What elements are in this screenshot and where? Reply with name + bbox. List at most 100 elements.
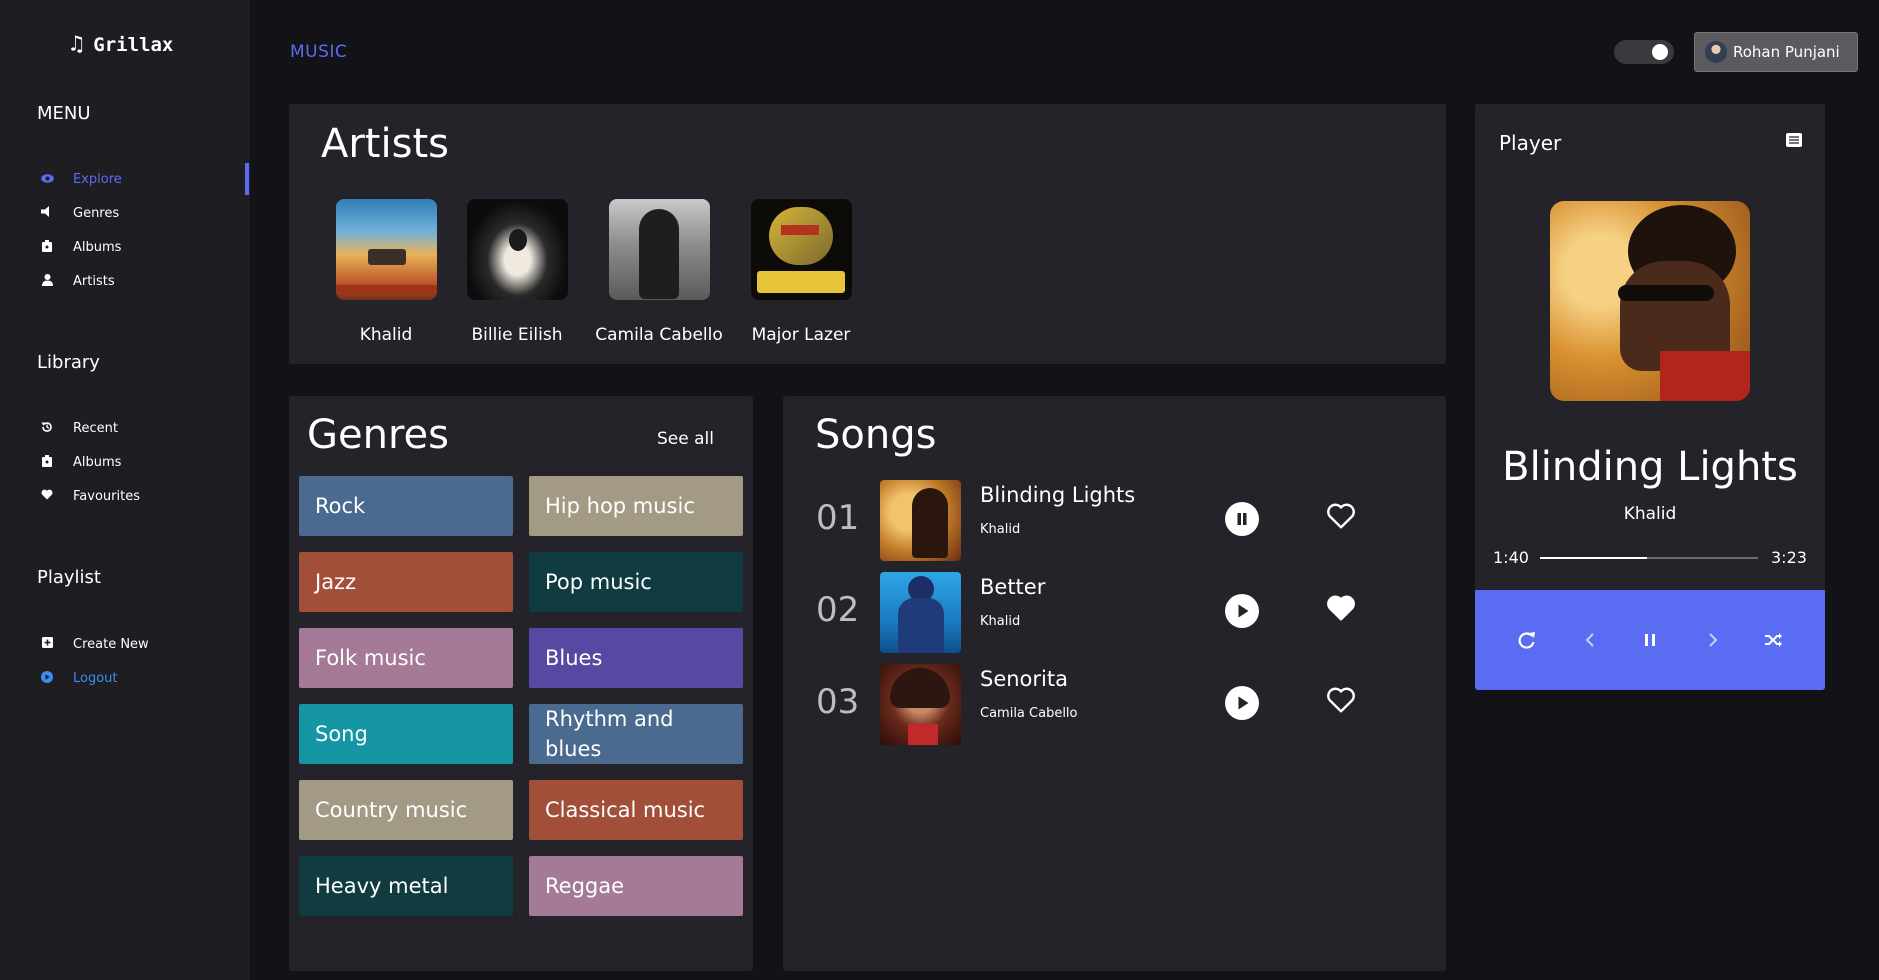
song-cover — [880, 480, 961, 561]
sidebar-item-label: Favourites — [73, 488, 140, 504]
like-button[interactable] — [1325, 592, 1357, 624]
sidebar-item-explore[interactable]: Explore — [37, 162, 122, 196]
artist-name: Camila Cabello — [595, 325, 723, 345]
genre-tile[interactable]: Rock — [299, 476, 513, 536]
pause-button[interactable] — [1638, 628, 1662, 652]
artist-major-lazer[interactable]: Major Lazer — [731, 199, 871, 345]
artist-billie-eilish[interactable]: Billie Eilish — [447, 199, 587, 345]
sidebar-item-genres[interactable]: Genres — [37, 196, 122, 230]
player-title: Player — [1499, 131, 1562, 155]
eye-icon — [37, 172, 57, 186]
sidebar: ♫ Grillax MENU Explore Genres Albums Art… — [0, 0, 250, 980]
song-title: Blinding Lights — [980, 483, 1136, 507]
artist-camila-cabello[interactable]: Camila Cabello — [589, 199, 729, 345]
songs-title: Songs — [815, 412, 937, 458]
active-indicator — [245, 163, 249, 195]
sidebar-item-albums-library[interactable]: Albums — [37, 445, 140, 479]
list-item[interactable]: 03 Senorita Camila Cabello — [783, 664, 1446, 745]
genre-tile[interactable]: Country music — [299, 780, 513, 840]
plus-square-icon — [37, 637, 57, 651]
genre-tile[interactable]: Song — [299, 704, 513, 764]
shuffle-icon — [1765, 633, 1782, 647]
artist-name: Major Lazer — [751, 325, 851, 345]
duration-time: 3:23 — [1771, 548, 1807, 567]
next-button[interactable] — [1701, 628, 1725, 652]
brand[interactable]: ♫ Grillax — [70, 32, 173, 57]
user-profile-button[interactable]: Rohan Punjani — [1694, 32, 1858, 72]
sidebar-item-label: Explore — [73, 171, 122, 187]
play-button[interactable] — [1225, 594, 1259, 628]
sidebar-item-artists[interactable]: Artists — [37, 264, 122, 298]
menu-title: MENU — [37, 103, 91, 124]
artists-title: Artists — [321, 121, 449, 167]
now-playing-cover — [1550, 201, 1750, 401]
genre-tile[interactable]: Blues — [529, 628, 743, 688]
album-icon — [37, 454, 57, 470]
sidebar-item-logout[interactable]: Logout — [37, 661, 149, 695]
song-cover — [880, 664, 961, 745]
sidebar-item-favourites[interactable]: Favourites — [37, 479, 140, 513]
genre-tile[interactable]: Jazz — [299, 552, 513, 612]
progress-fill — [1540, 557, 1647, 559]
sidebar-item-label: Albums — [73, 239, 122, 255]
artist-image — [750, 199, 852, 300]
sidebar-item-label: Albums — [73, 454, 122, 470]
song-title: Senorita — [980, 667, 1068, 691]
library-title: Library — [37, 352, 100, 373]
play-button[interactable] — [1225, 686, 1259, 720]
playlist-title: Playlist — [37, 567, 101, 588]
play-icon — [1238, 604, 1249, 618]
brand-name: Grillax — [93, 33, 174, 56]
like-button[interactable] — [1325, 500, 1357, 532]
song-number: 02 — [816, 590, 860, 630]
artist-image — [335, 199, 437, 300]
see-all-link[interactable]: See all — [657, 429, 714, 449]
genre-tile[interactable]: Pop music — [529, 552, 743, 612]
user-icon — [37, 273, 57, 289]
genre-tile[interactable]: Folk music — [299, 628, 513, 688]
genre-tile[interactable]: Hip hop music — [529, 476, 743, 536]
song-title: Better — [980, 575, 1046, 599]
queue-list-icon[interactable] — [1786, 132, 1802, 151]
genre-tile[interactable]: Reggae — [529, 856, 743, 916]
album-icon — [37, 239, 57, 255]
genres-title: Genres — [307, 412, 449, 458]
sidebar-item-create-new[interactable]: Create New — [37, 627, 149, 661]
pause-icon — [1237, 513, 1247, 525]
artist-khalid[interactable]: Khalid — [316, 199, 456, 345]
now-playing-artist: Khalid — [1623, 504, 1677, 524]
avatar — [1705, 41, 1727, 63]
list-item[interactable]: 01 Blinding Lights Khalid — [783, 480, 1446, 561]
list-item[interactable]: 02 Better Khalid — [783, 572, 1446, 653]
theme-toggle[interactable] — [1614, 40, 1674, 64]
repeat-button[interactable] — [1515, 628, 1539, 652]
like-button[interactable] — [1325, 684, 1357, 716]
artist-name: Billie Eilish — [471, 325, 563, 345]
player-controls — [1475, 590, 1825, 690]
artist-image — [466, 199, 568, 300]
song-artist: Khalid — [980, 522, 1021, 537]
now-playing-title: Blinding Lights — [1502, 444, 1798, 490]
toggle-knob — [1652, 44, 1668, 60]
previous-button[interactable] — [1578, 628, 1602, 652]
song-number: 03 — [816, 682, 860, 722]
artists-card: Artists Khalid Billie Eilish Camila Cabe… — [289, 104, 1446, 364]
genre-tile[interactable]: Rhythm and blues — [529, 704, 743, 764]
heart-icon — [37, 489, 57, 503]
library-nav: Recent Albums Favourites — [37, 411, 140, 513]
sidebar-item-albums[interactable]: Albums — [37, 230, 122, 264]
speaker-icon — [37, 206, 57, 220]
shuffle-button[interactable] — [1761, 628, 1785, 652]
heart-filled-icon — [1327, 595, 1355, 621]
songs-card: Songs 01 Blinding Lights Khalid 02 Bette… — [783, 396, 1446, 971]
logout-icon — [37, 670, 57, 686]
progress-bar[interactable] — [1540, 557, 1758, 559]
artist-name: Khalid — [359, 325, 413, 345]
genre-tile[interactable]: Classical music — [529, 780, 743, 840]
genre-tile[interactable]: Heavy metal — [299, 856, 513, 916]
playlist-nav: Create New Logout — [37, 627, 149, 695]
sidebar-item-label: Create New — [73, 636, 149, 652]
chevron-left-icon — [1585, 633, 1594, 647]
sidebar-item-recent[interactable]: Recent — [37, 411, 140, 445]
pause-button[interactable] — [1225, 502, 1259, 536]
